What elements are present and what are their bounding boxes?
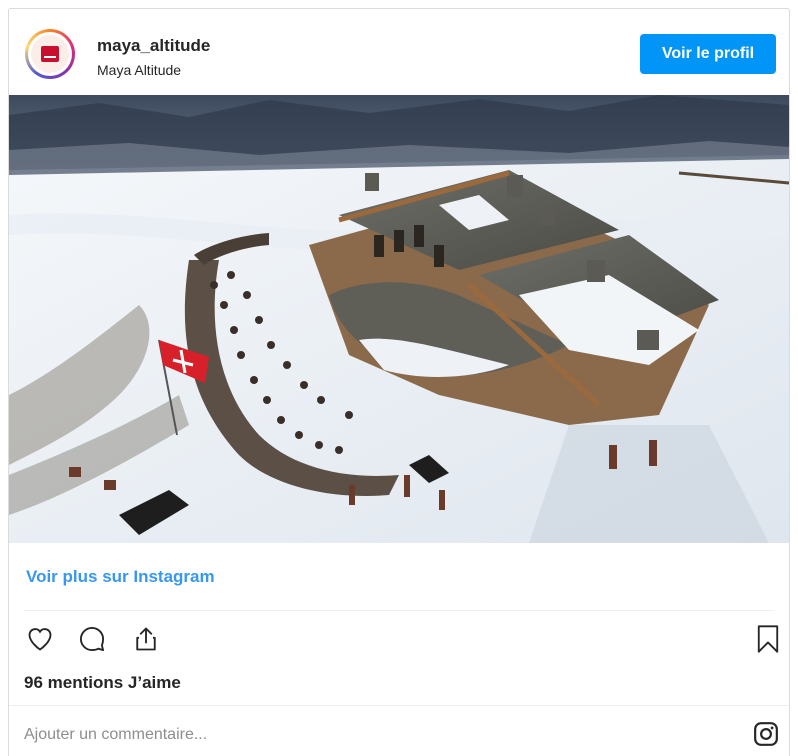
avatar[interactable] [25,29,75,79]
bookmark-icon[interactable] [750,621,786,657]
comment-icon[interactable] [74,621,110,657]
username[interactable]: maya_altitude [97,36,210,56]
likes-count[interactable]: 96 mentions J’aime [24,673,181,693]
post-header: maya_altitude Maya Altitude Voir le prof… [9,9,789,95]
divider [24,610,774,611]
add-comment-input[interactable] [24,721,724,749]
view-profile-button[interactable]: Voir le profil [640,34,776,74]
maya-altitude-logo-icon [31,35,69,73]
post-actions [9,615,789,665]
full-name: Maya Altitude [97,62,182,78]
mountain-restaurant-photo [9,95,789,543]
post-photo[interactable] [9,95,789,543]
share-icon[interactable] [128,621,164,657]
instagram-embed-card: maya_altitude Maya Altitude Voir le prof… [8,8,790,756]
heart-icon[interactable] [22,621,58,657]
see-more-on-instagram-link[interactable]: Voir plus sur Instagram [26,567,215,587]
instagram-icon[interactable] [753,721,779,747]
divider [9,705,789,706]
